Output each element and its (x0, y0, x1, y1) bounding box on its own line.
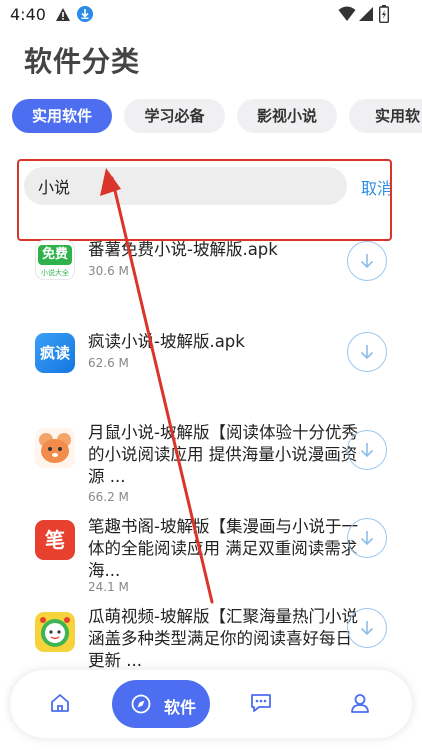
app-icon: 免费 小说大全 (35, 240, 75, 280)
download-notification-icon (77, 6, 93, 22)
item-title: 笔趣书阁-坡解版【集漫画与小说于一体的全能阅读应用 满足双重阅读需求 海... (88, 517, 358, 580)
bottom-nav: 软件 (10, 670, 412, 738)
nav-messages[interactable] (240, 680, 280, 728)
download-button[interactable] (347, 241, 387, 281)
mouse-mascot-icon (35, 428, 75, 468)
download-button[interactable] (347, 608, 387, 648)
nav-software[interactable]: 软件 (112, 680, 210, 728)
download-button[interactable] (347, 430, 387, 470)
download-button[interactable] (347, 332, 387, 372)
chat-icon (251, 694, 271, 712)
list-item[interactable]: 月鼠小说-坡解版【阅读体验十分优秀的小说阅读应用 提供海量小说漫画资源 ... … (0, 422, 422, 504)
nav-profile[interactable] (340, 680, 380, 728)
battery-icon (379, 5, 389, 23)
download-button[interactable] (347, 518, 387, 558)
item-size: 24.1 M (88, 580, 129, 594)
item-title: 月鼠小说-坡解版【阅读体验十分优秀的小说阅读应用 提供海量小说漫画资源 ... (88, 423, 358, 486)
melon-clock-icon (35, 612, 75, 652)
app-icon: 疯读 (35, 333, 75, 373)
category-tabs: 实用软件 学习必备 影视小说 实用软 (12, 99, 422, 133)
download-icon (360, 345, 374, 360)
nav-software-label: 软件 (164, 698, 197, 717)
item-title: 番薯免费小说-坡解版.apk (88, 240, 278, 259)
tab-video-novel[interactable]: 影视小说 (237, 99, 337, 133)
app-icon-sublabel: 小说大全 (41, 269, 69, 277)
list-item[interactable]: 疯读 疯读小说-坡解版.apk 62.6 M (0, 328, 422, 398)
page-title: 软件分类 (24, 45, 141, 78)
home-icon (51, 694, 69, 712)
item-size: 66.2 M (88, 490, 129, 504)
annotation-highlight-box (17, 159, 392, 241)
item-title: 疯读小说-坡解版.apk (88, 332, 245, 351)
app-icon-label: 免费 (38, 245, 72, 265)
item-size: 62.6 M (88, 356, 129, 370)
list-item[interactable]: 笔 笔趣书阁-坡解版【集漫画与小说于一体的全能阅读应用 满足双重阅读需求 海..… (0, 516, 422, 596)
item-title: 瓜萌视频-坡解版【汇聚海量热门小说涵盖多种类型满足你的阅读喜好每日更新 ... (88, 607, 358, 670)
tab-study[interactable]: 学习必备 (124, 99, 225, 133)
tab-practical-software-2[interactable]: 实用软 (349, 99, 422, 133)
nav-home[interactable] (40, 680, 80, 728)
warning-icon (56, 8, 70, 21)
download-icon (360, 443, 374, 458)
wifi-icon (338, 6, 356, 21)
status-time: 4:40 (10, 5, 46, 24)
download-icon (360, 254, 374, 269)
list-item[interactable]: 免费 小说大全 番薯免费小说-坡解版.apk 30.6 M (0, 236, 422, 306)
item-size: 30.6 M (88, 264, 129, 278)
compass-icon (131, 694, 151, 714)
status-bar: 4:40 (0, 0, 422, 30)
download-icon (360, 531, 374, 546)
signal-icon (359, 7, 373, 21)
list-item[interactable]: 瓜萌视频-坡解版【汇聚海量热门小说涵盖多种类型满足你的阅读喜好每日更新 ... (0, 606, 422, 676)
download-icon (360, 621, 374, 636)
user-icon (351, 694, 369, 713)
app-icon: 笔 (35, 520, 75, 560)
tab-practical-software[interactable]: 实用软件 (12, 99, 112, 133)
